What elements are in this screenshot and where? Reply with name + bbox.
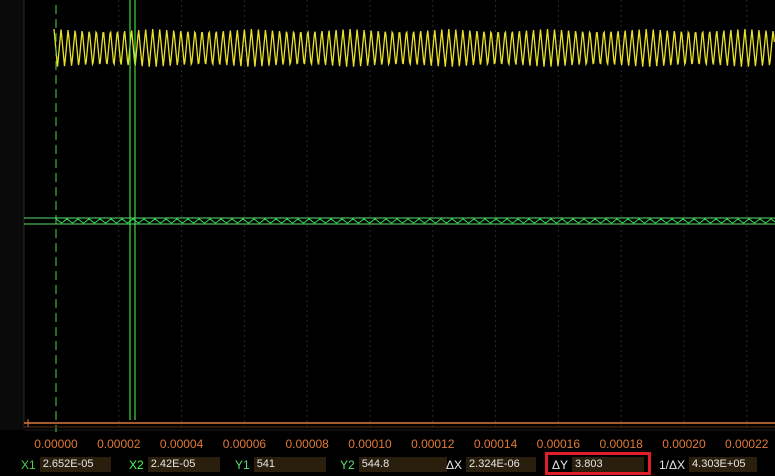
x-tick-label: 0.00018 (599, 437, 643, 451)
dx-value-field[interactable]: 2.324E-06 (466, 457, 537, 472)
x-tick-label: 0.00000 (34, 437, 78, 451)
x-tick-label: 0.00020 (662, 437, 706, 451)
cursor-readout-bar: X1 2.652E-05 X2 2.42E-05 Y1 541 Y2 544.8… (0, 453, 775, 476)
plot-left-border (0, 0, 24, 430)
x1-value-field[interactable]: 2.652E-05 (39, 457, 111, 472)
x-tick-label: 0.00016 (537, 437, 581, 451)
y1-readout: Y1 541 (235, 456, 326, 473)
y2-label: Y2 (340, 457, 355, 472)
x2-readout: X2 2.42E-05 (129, 456, 220, 473)
y1-value-field[interactable]: 541 (253, 457, 326, 472)
inv-dx-value-field[interactable]: 4.303E+05 (689, 457, 758, 472)
inv-dx-readout: 1/ΔX 4.303E+05 (659, 456, 758, 473)
y2-value-field[interactable]: 544.8 (358, 457, 447, 472)
x1-readout: X1 2.652E-05 (21, 456, 111, 473)
y1-label: Y1 (235, 457, 250, 472)
x-tick-label: 0.00010 (348, 437, 392, 451)
x-tick-label: 0.00006 (223, 437, 267, 451)
x-tick-label: 0.00012 (411, 437, 455, 451)
x-tick-label: 0.00022 (725, 437, 769, 451)
x-tick-label: 0.00008 (285, 437, 329, 451)
y2-readout: Y2 544.8 (340, 456, 447, 473)
x-tick-label: 0.00004 (160, 437, 204, 451)
oscilloscope-plot[interactable]: 0.00000 0.00002 0.00004 0.00006 0.00008 0.000… (0, 0, 775, 476)
dx-label: ΔX (446, 457, 463, 472)
dy-highlight-box (545, 452, 651, 475)
x2-label: X2 (129, 457, 144, 472)
inv-dx-label: 1/ΔX (659, 457, 686, 472)
x1-label: X1 (21, 457, 36, 472)
plot-background (0, 0, 775, 476)
x-tick-label: 0.00014 (474, 437, 518, 451)
dx-readout: ΔX 2.324E-06 (446, 456, 537, 473)
x-tick-label: 0.00002 (97, 437, 141, 451)
x2-value-field[interactable]: 2.42E-05 (147, 457, 220, 472)
